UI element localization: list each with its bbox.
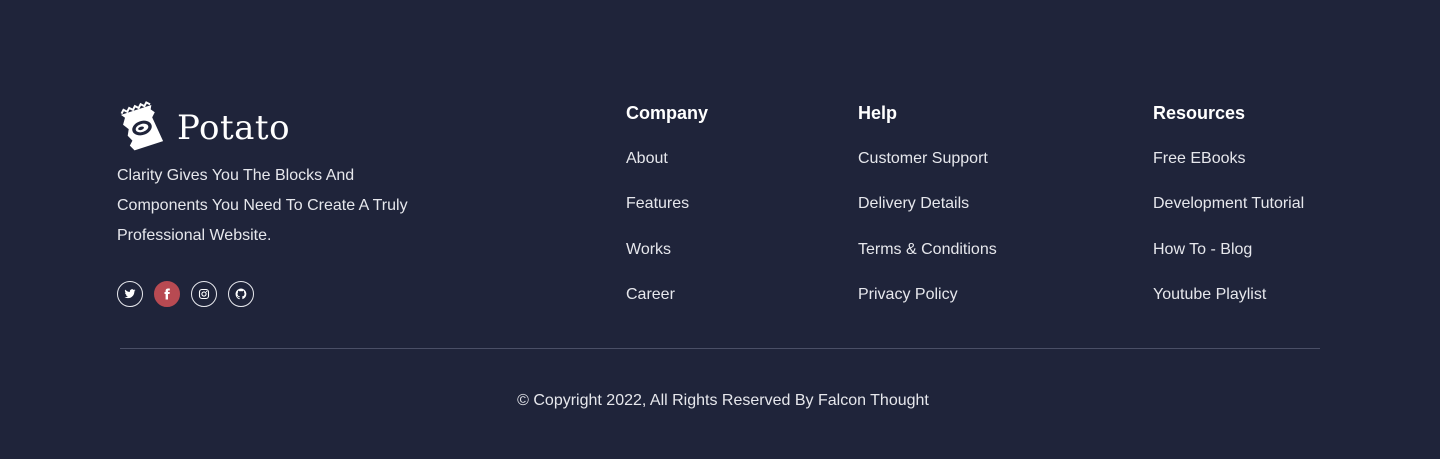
facebook-link[interactable]	[154, 281, 180, 307]
help-column: Help Customer Support Delivery Details T…	[858, 101, 997, 305]
chip-bag-icon	[120, 101, 164, 151]
footer-link-career[interactable]: Career	[626, 285, 708, 305]
footer-link-how-to-blog[interactable]: How To - Blog	[1153, 240, 1304, 260]
footer-link-development-tutorial[interactable]: Development Tutorial	[1153, 194, 1304, 214]
footer-link-works[interactable]: Works	[626, 240, 708, 260]
footer-link-customer-support[interactable]: Customer Support	[858, 149, 997, 169]
facebook-icon	[164, 288, 170, 300]
resources-heading: Resources	[1153, 103, 1246, 123]
footer-link-youtube-playlist[interactable]: Youtube Playlist	[1153, 285, 1304, 305]
brand-tagline: Clarity Gives You The Blocks And Compone…	[117, 167, 408, 244]
site-footer: Potato Clarity Gives You The Blocks And …	[0, 0, 1440, 459]
help-links: Customer Support Delivery Details Terms …	[858, 149, 997, 305]
footer-link-free-ebooks[interactable]: Free EBooks	[1153, 149, 1304, 169]
github-icon	[235, 288, 247, 300]
logo[interactable]: Potato	[117, 100, 457, 156]
social-links	[117, 281, 254, 307]
help-heading: Help	[858, 103, 898, 123]
instagram-link[interactable]	[191, 281, 217, 307]
footer-link-features[interactable]: Features	[626, 194, 708, 214]
brand-name: Potato	[177, 108, 291, 148]
brand-block: Potato Clarity Gives You The Blocks And …	[117, 100, 457, 251]
company-column: Company About Features Works Career	[626, 101, 708, 305]
resources-links: Free EBooks Development Tutorial How To …	[1153, 149, 1304, 305]
footer-link-terms[interactable]: Terms & Conditions	[858, 240, 997, 260]
github-link[interactable]	[228, 281, 254, 307]
footer-link-privacy[interactable]: Privacy Policy	[858, 285, 997, 305]
copyright-text: © Copyright 2022, All Rights Reserved By…	[517, 392, 929, 409]
company-heading: Company	[626, 103, 709, 123]
footer-divider	[120, 348, 1320, 349]
instagram-icon	[198, 288, 210, 300]
twitter-icon	[124, 289, 136, 299]
twitter-link[interactable]	[117, 281, 143, 307]
footer-link-delivery-details[interactable]: Delivery Details	[858, 194, 997, 214]
footer-link-about[interactable]: About	[626, 149, 708, 169]
resources-column: Resources Free EBooks Development Tutori…	[1153, 101, 1304, 305]
company-links: About Features Works Career	[626, 149, 708, 305]
